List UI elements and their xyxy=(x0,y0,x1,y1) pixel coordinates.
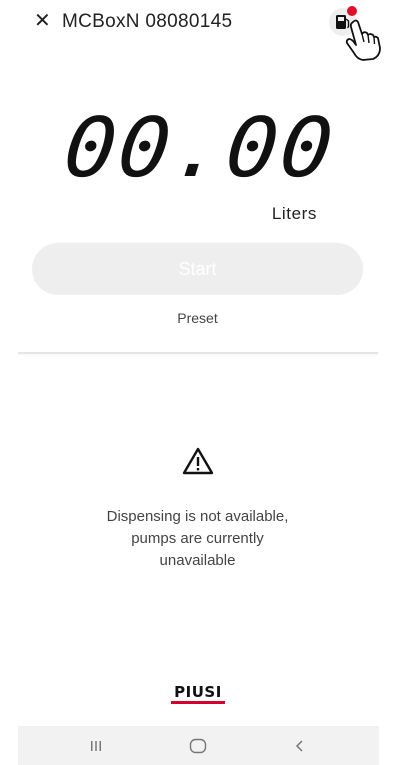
divider xyxy=(18,352,378,354)
home-button[interactable] xyxy=(178,726,218,765)
system-navbar xyxy=(18,726,379,765)
start-button[interactable]: Start xyxy=(32,243,363,295)
brand-logo: PIUSI xyxy=(171,683,225,707)
status-message-line: pumps are currently xyxy=(131,530,264,547)
status-message-line: unavailable xyxy=(159,552,236,569)
pointer-hand-icon xyxy=(345,19,381,61)
back-icon xyxy=(295,739,303,752)
volume-value: 00.00 xyxy=(59,101,339,196)
warning-icon xyxy=(182,447,214,475)
volume-unit: Liters xyxy=(271,204,317,223)
status-dot xyxy=(347,6,357,16)
status-message-line: Dispensing is not available, xyxy=(106,508,289,525)
pump-status xyxy=(327,6,385,66)
device-title: MCBoxN 08080145 xyxy=(62,11,233,32)
home-icon xyxy=(189,738,207,753)
close-icon: ✕ xyxy=(34,10,51,32)
preset-link[interactable]: Preset xyxy=(0,310,395,326)
header: ✕ MCBoxN 08080145 xyxy=(34,6,385,61)
recent-apps-icon xyxy=(91,740,101,751)
status-message: Dispensing is not available, pumps are c… xyxy=(40,506,355,572)
brand-logo-text: PIUSI xyxy=(171,683,225,704)
back-button[interactable] xyxy=(280,726,320,765)
close-button[interactable]: ✕ xyxy=(34,10,56,32)
volume-display: 00.00 xyxy=(59,101,339,196)
recent-apps-button[interactable] xyxy=(76,726,116,765)
